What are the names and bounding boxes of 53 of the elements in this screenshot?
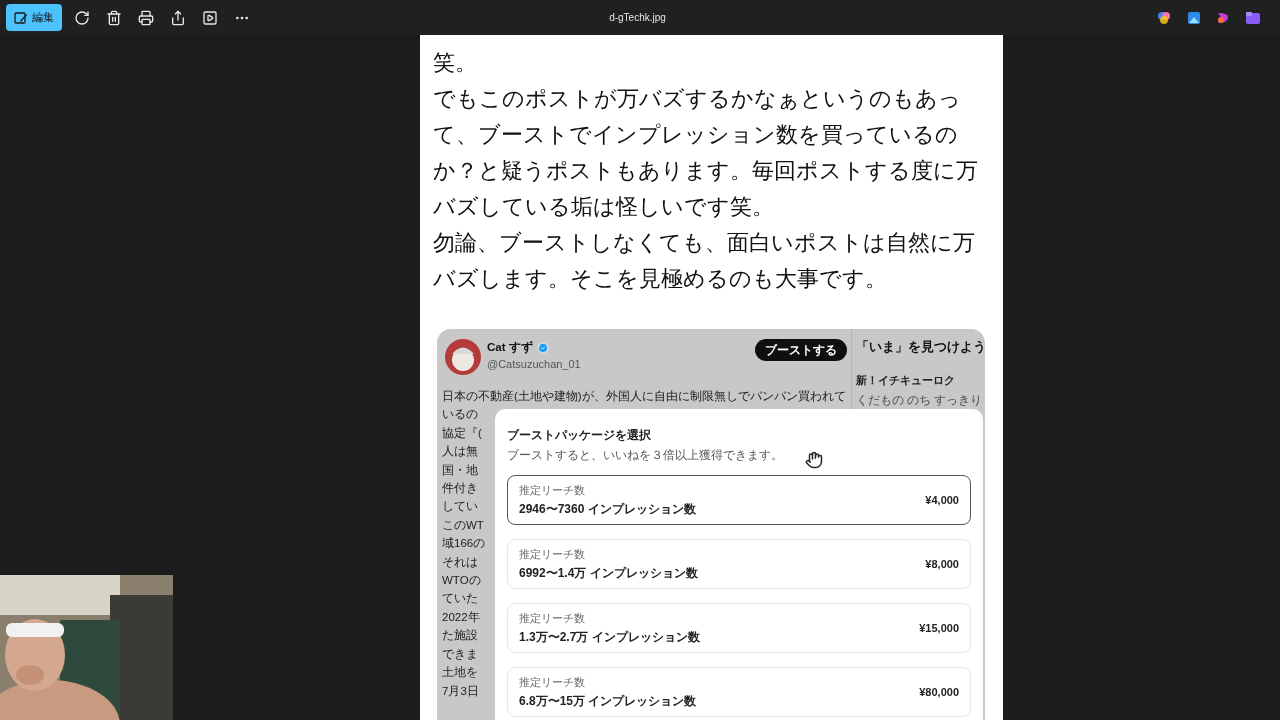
article-paragraph: 笑。 xyxy=(433,50,478,77)
post-text: 2022年 xyxy=(442,609,480,625)
edit-button[interactable]: 編集 xyxy=(6,4,62,31)
option-label: 推定リーチ数 xyxy=(519,483,585,499)
trend-text: くだもの のち すっきり xyxy=(855,391,984,409)
app-icon[interactable] xyxy=(1157,10,1171,25)
hand-cursor-icon xyxy=(805,451,823,469)
trend-title: 新！イチキューロク xyxy=(855,372,956,388)
post-text: 件付き xyxy=(442,481,478,497)
post-text: WTOの xyxy=(442,573,481,589)
post-text: 日本の不動産(土地や建物)が、外国人に自由に制限無しでバンバン買われて xyxy=(441,389,847,404)
option-range: 6992〜1.4万 インプレッション数 xyxy=(519,564,698,582)
modal-title: ブーストパッケージを選択 xyxy=(507,427,651,444)
option-label: 推定リーチ数 xyxy=(519,547,585,563)
option-range: 1.3万〜2.7万 インプレッション数 xyxy=(519,628,700,646)
edit-image-icon xyxy=(14,10,28,25)
option-price: ¥15,000 xyxy=(919,620,959,636)
package-option[interactable]: 推定リーチ数 6.8万〜15万 インプレッション数 ¥80,000 xyxy=(507,667,971,717)
user-handle: @Catsuzuchan_01 xyxy=(487,357,581,373)
app-icon[interactable] xyxy=(1217,11,1229,24)
folder-icon[interactable] xyxy=(1246,11,1260,24)
post-text: 人は無 xyxy=(442,444,478,460)
photo-app-icon[interactable] xyxy=(1188,11,1200,24)
article-paragraph: 勿論、ブーストしなくても、面白いポストは自然に万バズします。そこを見極めるのも大事です。 xyxy=(433,230,976,293)
post-text: それは xyxy=(442,554,478,570)
article-paragraph: でもこのポストが万バズするかなぁというのもあって、ブーストでインプレッション数を買っているのか？と疑うポストもあります。毎回ポストする度に万バズしている垢は怪しいです笑。 xyxy=(433,86,979,221)
post-text: 国・地 xyxy=(442,462,478,478)
post-text: 域166の xyxy=(442,536,486,552)
post-text: いるの xyxy=(442,407,478,423)
option-range: 2946〜7360 インプレッション数 xyxy=(519,500,696,518)
file-name: d-gTechk.jpg xyxy=(609,11,666,25)
option-price: ¥4,000 xyxy=(925,492,959,508)
option-price: ¥8,000 xyxy=(925,556,959,572)
post-text: できま xyxy=(442,646,478,662)
post-text: 協定『( xyxy=(442,425,482,441)
option-range: 6.8万〜15万 インプレッション数 xyxy=(519,692,697,710)
package-option[interactable]: 推定リーチ数 1.3万〜2.7万 インプレッション数 ¥15,000 xyxy=(507,603,971,653)
avatar-icon xyxy=(445,339,481,375)
post-text: 7月3日 xyxy=(442,683,479,699)
post-text: 土地を xyxy=(442,665,478,681)
option-label: 推定リーチ数 xyxy=(519,675,585,691)
post-text: た施設 xyxy=(442,628,478,644)
sidebar-title: 「いま」を見つけよう xyxy=(855,339,985,356)
package-option[interactable]: 推定リーチ数 6992〜1.4万 インプレッション数 ¥8,000 xyxy=(507,539,971,589)
boost-button[interactable]: ブーストする xyxy=(754,339,847,361)
user-name: Cat すず xyxy=(487,340,533,356)
option-price: ¥80,000 xyxy=(919,684,959,700)
option-label: 推定リーチ数 xyxy=(519,611,585,627)
package-option[interactable]: 推定リーチ数 2946〜7360 インプレッション数 ¥4,000 xyxy=(507,475,971,525)
post-text: このWT xyxy=(442,517,484,533)
modal-subtitle: ブーストすると、いいねを３倍以上獲得できます。 xyxy=(507,447,783,464)
post-text: ていた xyxy=(442,591,478,607)
post-text: してい xyxy=(442,499,478,515)
